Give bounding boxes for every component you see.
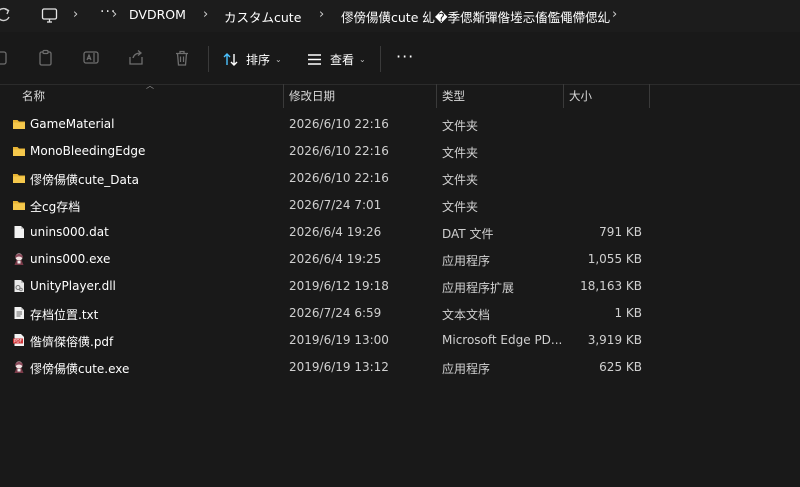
file-modified-date: 2026/6/4 19:25 (289, 252, 382, 266)
file-name: GameMaterial (30, 117, 115, 131)
file-type: 文件夹 (442, 119, 479, 133)
file-row[interactable]: unins000.exe 2026/6/4 19:25 应用程序 1,055 KB (0, 246, 800, 273)
file-modified-date: 2026/6/10 22:16 (289, 144, 389, 158)
folder-icon (12, 117, 26, 131)
file-type: 应用程序扩展 (442, 281, 515, 295)
file-type: Microsoft Edge PD... (442, 333, 563, 347)
file-modified-date: 2026/6/10 22:16 (289, 171, 389, 185)
delete-icon[interactable] (173, 49, 191, 67)
share-icon[interactable] (127, 49, 145, 67)
file-name: 僇傍偒僙cute.exe (30, 362, 130, 376)
file-modified-date: 2019/6/19 13:12 (289, 360, 389, 374)
app-icon (12, 252, 26, 266)
file-row[interactable]: 存档位置.txt 2026/7/24 6:59 文本文档 1 KB (0, 300, 800, 327)
column-resize-handle[interactable] (436, 84, 437, 108)
sort-button-label: 排序 (246, 52, 271, 67)
column-header-type[interactable]: 类型 (442, 88, 465, 104)
folder-icon (12, 144, 26, 158)
app-icon (12, 360, 26, 374)
file-name: unins000.exe (30, 252, 111, 266)
view-list-icon (308, 53, 321, 65)
file-icon (12, 225, 26, 239)
file-name: 存档位置.txt (30, 308, 99, 322)
breadcrumb-separator-icon[interactable]: › (73, 7, 78, 22)
command-bar: 排序 ⌄ 查看 ⌄ ··· (0, 32, 800, 85)
paste-icon[interactable] (37, 49, 55, 67)
file-row[interactable]: 僇傍偒僙cute_Data 2026/6/10 22:16 文件夹 (0, 165, 800, 192)
sort-button[interactable]: 排序 ⌄ (222, 46, 282, 72)
breadcrumb-separator-icon[interactable]: › (203, 7, 208, 22)
file-modified-date: 2026/7/24 6:59 (289, 306, 382, 320)
file-size: 1 KB (614, 306, 642, 320)
toolbar-divider (208, 46, 209, 72)
copy-icon[interactable] (0, 49, 10, 67)
breadcrumb-separator-icon[interactable]: › (319, 7, 324, 22)
file-size: 625 KB (599, 360, 642, 374)
column-header-name[interactable]: 名称 (22, 88, 45, 104)
breadcrumb-item-dvdrom[interactable]: DVDROM (129, 7, 186, 22)
file-row[interactable]: PDF 偺儕傑傛僙.pdf 2019/6/19 13:00 Microsoft Edg… (0, 327, 800, 354)
file-name: UnityPlayer.dll (30, 279, 116, 293)
pdf-icon: PDF (12, 333, 26, 347)
file-modified-date: 2019/6/19 13:00 (289, 333, 389, 347)
file-name: 偺儕傑傛僙.pdf (30, 335, 114, 349)
text-file-icon (12, 306, 26, 320)
folder-icon (12, 198, 26, 212)
rename-icon[interactable] (82, 49, 100, 67)
see-more-button[interactable]: ··· (396, 49, 414, 65)
file-row[interactable]: GameMaterial 2026/6/10 22:16 文件夹 (0, 111, 800, 138)
file-modified-date: 2026/6/4 19:26 (289, 225, 382, 239)
view-button-label: 查看 (330, 52, 355, 67)
file-row[interactable]: MonoBleedingEdge 2026/6/10 22:16 文件夹 (0, 138, 800, 165)
refresh-icon[interactable] (0, 6, 12, 24)
breadcrumb-item-current-folder[interactable]: 僇傍偒僙cute 乣�季偲斴彈偺堘忈傗儖僶僀偲乣 (341, 7, 610, 26)
sort-icon (223, 52, 238, 66)
column-header-row: 名称 修改日期 类型 大小 (0, 84, 800, 108)
file-type: 文件夹 (442, 146, 479, 160)
toolbar-divider (380, 46, 381, 72)
this-pc-icon[interactable] (41, 7, 58, 24)
file-type: 文本文档 (442, 308, 491, 322)
column-header-date[interactable]: 修改日期 (289, 88, 335, 104)
column-header-size[interactable]: 大小 (569, 88, 592, 104)
chevron-down-icon: ⌄ (359, 54, 366, 64)
svg-text:PDF: PDF (14, 339, 23, 344)
address-bar: › ··· › DVDROM › カスタムcute › 僇傍偒僙cute 乣�季… (0, 0, 800, 32)
file-type: DAT 文件 (442, 227, 494, 241)
file-modified-date: 2019/6/12 19:18 (289, 279, 389, 293)
view-button[interactable]: 查看 ⌄ (306, 46, 366, 72)
file-type: 文件夹 (442, 200, 479, 214)
file-size: 3,919 KB (587, 333, 642, 347)
file-row[interactable]: UnityPlayer.dll 2019/6/12 19:18 应用程序扩展 18,1… (0, 273, 800, 300)
file-type: 文件夹 (442, 173, 479, 187)
file-type: 应用程序 (442, 362, 491, 376)
file-name: unins000.dat (30, 225, 109, 239)
column-resize-handle[interactable] (283, 84, 284, 108)
dll-icon (12, 279, 26, 293)
file-name: MonoBleedingEdge (30, 144, 146, 158)
file-modified-date: 2026/6/10 22:16 (289, 117, 389, 131)
file-size: 18,163 KB (580, 279, 642, 293)
file-row[interactable]: 全cg存档 2026/7/24 7:01 文件夹 (0, 192, 800, 219)
breadcrumb-item-custom-cute[interactable]: カスタムcute (224, 7, 301, 26)
file-row[interactable]: unins000.dat 2026/6/4 19:26 DAT 文件 791 KB (0, 219, 800, 246)
file-name: 僇傍偒僙cute_Data (30, 173, 139, 187)
file-name: 全cg存档 (30, 200, 81, 214)
column-resize-handle[interactable] (649, 84, 650, 108)
file-size: 791 KB (599, 225, 642, 239)
breadcrumb-separator-icon[interactable]: › (612, 7, 617, 22)
breadcrumb-separator-icon[interactable]: › (112, 7, 117, 22)
file-type: 应用程序 (442, 254, 491, 268)
file-row[interactable]: 僇傍偒僙cute.exe 2019/6/19 13:12 应用程序 625 KB (0, 354, 800, 381)
file-modified-date: 2026/7/24 7:01 (289, 198, 382, 212)
column-resize-handle[interactable] (563, 84, 564, 108)
chevron-down-icon: ⌄ (275, 54, 282, 64)
file-size: 1,055 KB (587, 252, 642, 266)
folder-icon (12, 171, 26, 185)
